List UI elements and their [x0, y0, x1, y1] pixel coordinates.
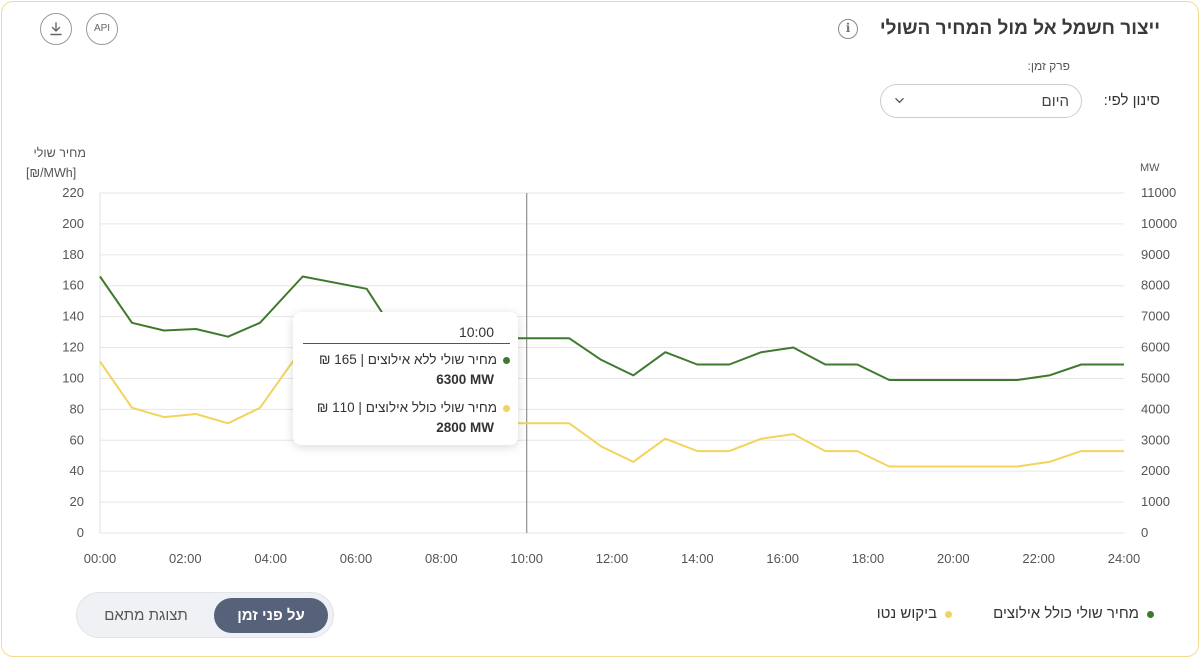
- legend-label-net-demand: ביקוש נטו: [876, 605, 937, 622]
- right-tick-label: 7000: [1141, 309, 1170, 324]
- legend-item-marginal-price[interactable]: מחיר שולי כולל אילוצים: [993, 605, 1154, 622]
- x-tick-label: 22:00: [1022, 551, 1055, 566]
- toggle-over-time[interactable]: על פני זמן: [214, 598, 328, 633]
- right-tick-label: 11000: [1141, 185, 1176, 200]
- right-tick-label: 4000: [1141, 401, 1170, 416]
- x-tick-label: 20:00: [937, 551, 970, 566]
- x-tick-label: 16:00: [766, 551, 799, 566]
- right-tick-label: 5000: [1141, 370, 1170, 385]
- left-tick-label: 80: [70, 401, 84, 416]
- tooltip-time: 10:00: [458, 324, 494, 340]
- tooltip-divider: [303, 343, 510, 344]
- x-tick-label: 04:00: [254, 551, 287, 566]
- tooltip-row-1: מחיר שולי ללא אילוצים | 165 ₪: [319, 352, 510, 367]
- right-tick-label: 3000: [1141, 432, 1170, 447]
- tooltip-row-2-label: מחיר שולי כולל אילוצים: [365, 400, 497, 415]
- x-tick-label: 14:00: [681, 551, 714, 566]
- tooltip-row-2-mw: 2800 MW: [436, 420, 494, 435]
- left-tick-label: 40: [70, 463, 84, 478]
- left-tick-label: 120: [62, 340, 84, 355]
- tooltip-row-1-value: 165 ₪: [319, 352, 357, 367]
- left-tick-label: 60: [70, 432, 84, 447]
- x-tick-label: 06:00: [340, 551, 373, 566]
- tooltip-row-1-mw: 6300 MW: [436, 372, 494, 387]
- legend-label-marginal-price: מחיר שולי כולל אילוצים: [993, 605, 1139, 622]
- right-tick-label: 6000: [1141, 340, 1170, 355]
- left-tick-label: 100: [62, 370, 84, 385]
- series-line-1: [99, 275, 1124, 381]
- left-tick-label: 200: [62, 216, 84, 231]
- right-tick-label: 8000: [1141, 278, 1170, 293]
- left-tick-label: 160: [62, 278, 84, 293]
- right-tick-label: 0: [1141, 525, 1148, 540]
- chart-tooltip: 10:00 מחיר שולי ללא אילוצים | 165 ₪ 6300…: [293, 312, 518, 445]
- right-tick-label: 2000: [1141, 463, 1170, 478]
- left-tick-label: 220: [62, 185, 84, 200]
- legend-dot-green: [1147, 610, 1154, 618]
- legend-dot-yellow: [945, 610, 952, 618]
- right-tick-label: 10000: [1141, 216, 1177, 231]
- legend-item-net-demand[interactable]: ביקוש נטו: [877, 605, 952, 622]
- tooltip-row-1-label: מחיר שולי ללא אילוצים: [367, 352, 497, 367]
- left-tick-label: 140: [62, 309, 84, 324]
- x-tick-label: 08:00: [425, 551, 458, 566]
- x-tick-label: 00:00: [84, 551, 117, 566]
- x-tick-label: 18:00: [852, 551, 885, 566]
- tooltip-dot-yellow: [503, 404, 510, 412]
- x-tick-label: 24:00: [1108, 551, 1141, 566]
- left-tick-label: 180: [62, 247, 84, 262]
- toggle-correlation[interactable]: תצוגת מתאם: [88, 598, 204, 633]
- line-chart[interactable]: 0 20 40 60 80 100 120 140 160 180 200 220 0 1000 2000 3…: [0, 0, 1200, 658]
- x-tick-label: 12:00: [596, 551, 629, 566]
- left-tick-label: 20: [70, 494, 84, 509]
- x-tick-label: 02:00: [169, 551, 202, 566]
- x-tick-label: 10:00: [510, 551, 543, 566]
- tooltip-dot-green: [503, 356, 510, 364]
- right-tick-label: 1000: [1141, 494, 1170, 509]
- tooltip-row-2-value: 110 ₪: [316, 400, 355, 415]
- left-tick-label: 0: [77, 525, 84, 540]
- tooltip-row-2: מחיר שולי כולל אילוצים | 110 ₪: [317, 400, 510, 415]
- right-tick-label: 9000: [1141, 247, 1170, 262]
